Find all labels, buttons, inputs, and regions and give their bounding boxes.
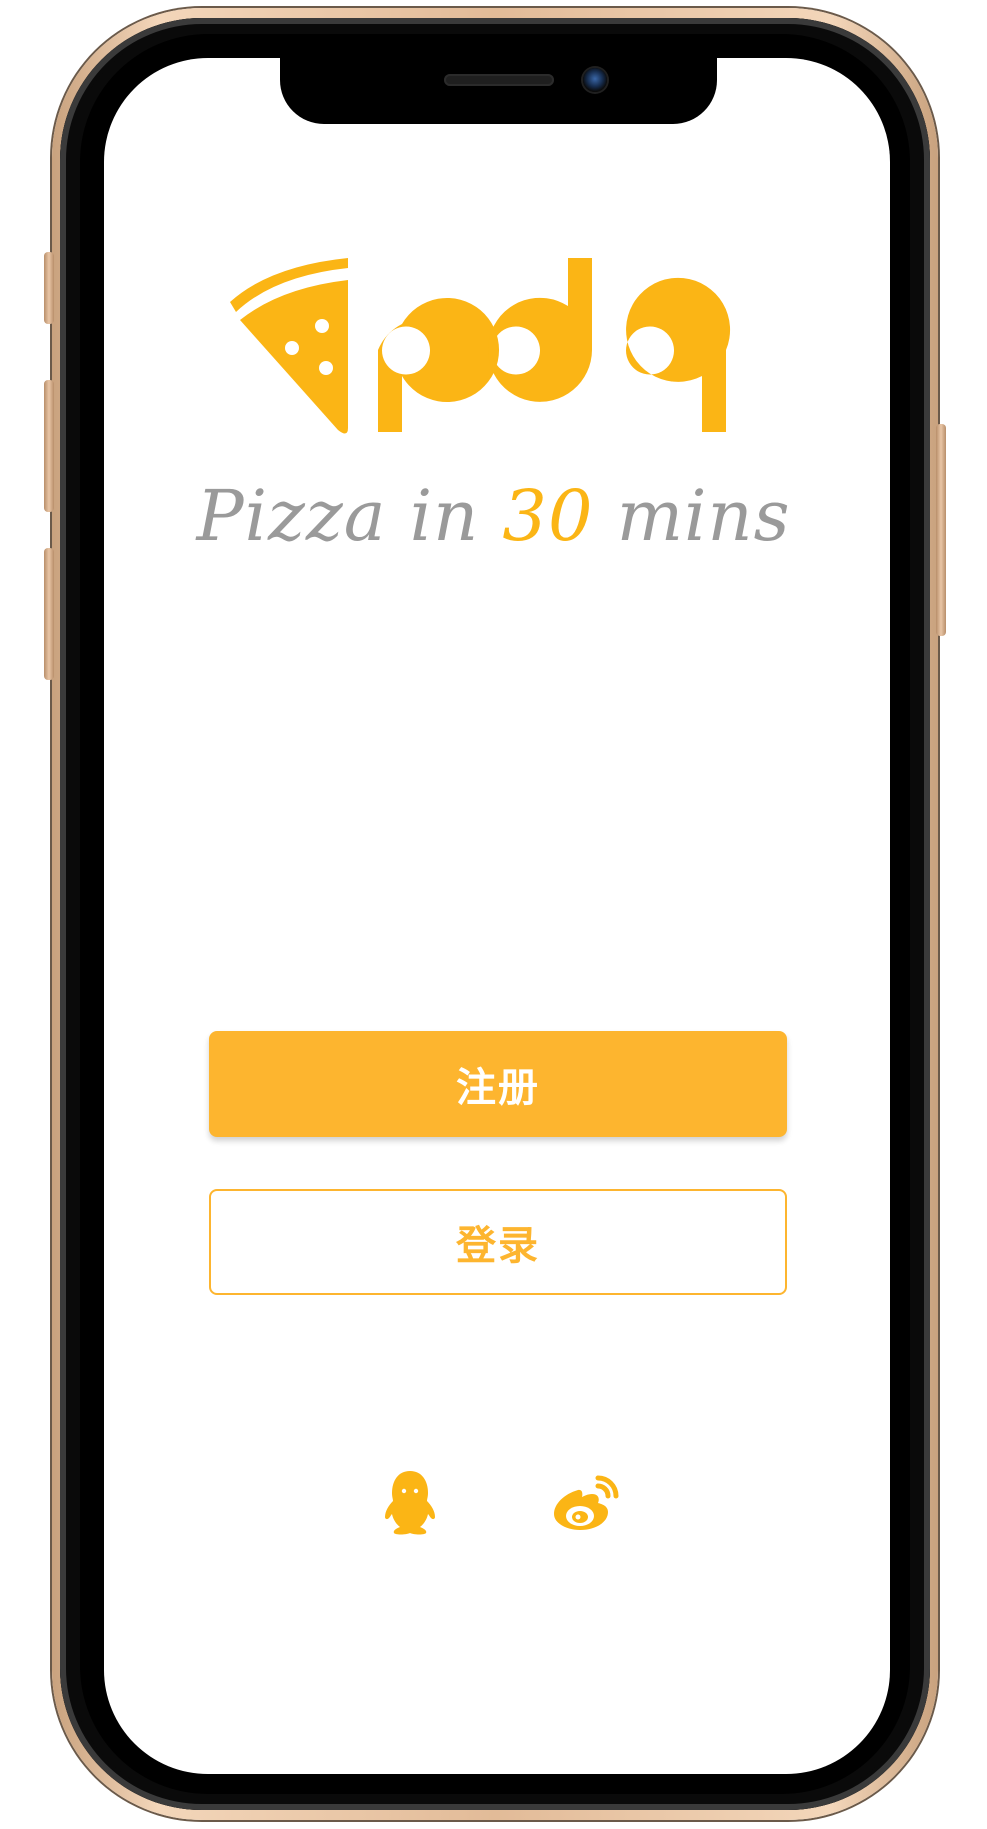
tagline-text-start: Pizza in bbox=[196, 475, 503, 557]
wordmark-d bbox=[488, 258, 592, 402]
device-mockup: Pizza in 30 mins 注册 登录 bbox=[0, 0, 987, 1829]
tagline-accent-number: 30 bbox=[502, 475, 594, 557]
front-camera bbox=[583, 68, 607, 92]
qq-penguin-icon bbox=[385, 1471, 435, 1535]
earpiece-speaker bbox=[444, 74, 554, 86]
wordmark-p bbox=[378, 298, 500, 432]
register-button[interactable]: 注册 bbox=[209, 1031, 787, 1137]
silent-switch bbox=[44, 252, 54, 324]
tagline: Pizza in 30 mins bbox=[0, 475, 987, 557]
qq-login-button[interactable] bbox=[374, 1466, 446, 1538]
register-button-label: 注册 bbox=[456, 1065, 540, 1111]
login-button-label: 登录 bbox=[456, 1223, 540, 1269]
volume-down-button bbox=[44, 548, 54, 680]
notch bbox=[280, 52, 717, 124]
tagline-text-end: mins bbox=[593, 475, 791, 557]
wordmark-q bbox=[626, 277, 731, 432]
pdq-logo bbox=[230, 258, 731, 434]
weibo-login-button[interactable] bbox=[550, 1466, 622, 1538]
pizza-slice-icon bbox=[230, 258, 348, 434]
login-button[interactable]: 登录 bbox=[209, 1189, 787, 1295]
weibo-icon bbox=[554, 1475, 619, 1530]
